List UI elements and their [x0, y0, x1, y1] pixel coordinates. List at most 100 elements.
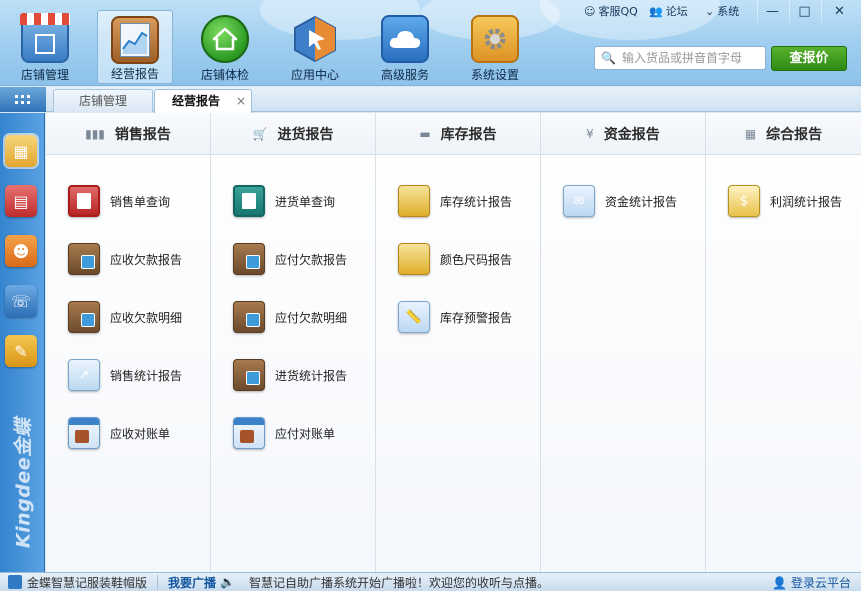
- calculator-icon: [233, 185, 265, 217]
- column-header: ▬ 库存报告: [376, 113, 540, 155]
- report-link-payable-report[interactable]: 应付欠款报告: [233, 241, 383, 277]
- line-chart-icon: ↗: [68, 359, 100, 391]
- module-label: 经营报告: [110, 67, 159, 81]
- module-store-management[interactable]: 店铺管理: [7, 10, 83, 84]
- forum-label: 论坛: [665, 5, 688, 18]
- module-label: 店铺管理: [20, 68, 69, 82]
- report-link-payable-statement[interactable]: 应付对账单: [233, 415, 383, 451]
- speaker-icon[interactable]: 🔈: [220, 575, 235, 589]
- report-label: 颜色尺码报告: [440, 252, 513, 267]
- tab-business-report[interactable]: 经营报告 ×: [154, 89, 252, 113]
- hexagon-arrow-icon: [291, 15, 339, 63]
- forum-link[interactable]: 👥 论坛: [649, 0, 688, 22]
- report-link-profit-statistics[interactable]: $ 利润统计报告: [728, 183, 861, 219]
- close-button[interactable]: ✕: [821, 0, 857, 22]
- profit-icon: $: [728, 185, 760, 217]
- report-link-receivable-detail[interactable]: 应收欠款明细: [68, 299, 218, 335]
- left-sidebar: ▦ ▤ ☻ ☏ ✎ Kingdee金蝶: [0, 113, 45, 572]
- service-qq-label: 客服QQ: [598, 5, 638, 18]
- module-system-settings[interactable]: 系统设置: [457, 10, 533, 84]
- report-panel: ▮▮▮ 销售报告 销售单查询 应收欠款报告 应收欠款明细 ↗ 销售统计报告 应收…: [46, 113, 861, 572]
- report-label: 应付对账单: [275, 426, 336, 441]
- report-chart-icon: [111, 16, 159, 64]
- sales-report-column: ▮▮▮ 销售报告 销售单查询 应收欠款报告 应收欠款明细 ↗ 销售统计报告 应收…: [46, 113, 211, 572]
- funds-report-column: ¥ 资金报告 ✉ 资金统计报告: [541, 113, 706, 572]
- broadcast-message: 智慧记自助广播系统开始广播啦！欢迎您的收听与点播。: [248, 575, 549, 590]
- wallet-icon: [68, 243, 100, 275]
- module-store-checkup[interactable]: 店铺体检: [187, 10, 263, 84]
- qq-penguin-icon: ☺: [584, 4, 596, 18]
- minimize-button[interactable]: —: [757, 0, 787, 22]
- report-label: 应付欠款明细: [275, 310, 348, 325]
- wallet-detail-icon: [233, 301, 265, 333]
- login-label: 登录云平台: [790, 576, 851, 590]
- module-advanced-service[interactable]: 高级服务: [367, 10, 443, 84]
- yen-icon: ¥: [586, 126, 594, 141]
- grid-icon: [15, 94, 30, 104]
- report-link-purchase-order-query[interactable]: 进货单查询: [233, 183, 383, 219]
- column-title: 资金报告: [603, 126, 660, 143]
- report-label: 应收欠款明细: [110, 310, 183, 325]
- module-label: 系统设置: [470, 68, 519, 82]
- module-business-report[interactable]: 经营报告: [97, 10, 173, 84]
- report-label: 资金统计报告: [605, 194, 678, 209]
- report-link-funds-statistics[interactable]: ✉ 资金统计报告: [563, 183, 713, 219]
- purchase-report-column: 🛒 进货报告 进货单查询 应付欠款报告 应付欠款明细 ✔ 进货统计报告 应付对账…: [211, 113, 376, 572]
- folder-icon: ▬: [419, 126, 431, 141]
- tab-close-icon[interactable]: ×: [236, 90, 246, 112]
- report-link-sales-order-query[interactable]: 销售单查询: [68, 183, 218, 219]
- tab-store-management[interactable]: 店铺管理: [53, 89, 153, 112]
- column-header: ▮▮▮ 销售报告: [46, 113, 210, 155]
- system-menu[interactable]: ⌄ 系统: [705, 0, 739, 22]
- broadcast-button[interactable]: 我要广播: [168, 574, 216, 591]
- report-link-payable-detail[interactable]: 应付欠款明细: [233, 299, 383, 335]
- report-label: 应收对账单: [110, 426, 171, 441]
- report-link-color-size[interactable]: 颜色尺码报告: [398, 241, 548, 277]
- system-label: 系统: [717, 5, 740, 18]
- search-input[interactable]: [621, 51, 762, 65]
- maximize-button[interactable]: □: [789, 0, 819, 22]
- inventory-report-column: ▬ 库存报告 库存统计报告 颜色尺码报告 📏 库存预警报告: [376, 113, 541, 572]
- report-link-purchase-statistics[interactable]: ✔ 进货统计报告: [233, 357, 383, 393]
- check-price-button[interactable]: 查报价: [771, 46, 847, 71]
- wallet-detail-icon: [68, 301, 100, 333]
- column-title: 进货报告: [277, 126, 334, 143]
- kingdee-logo: Kingdee金蝶: [2, 418, 42, 548]
- report-link-sales-statistics[interactable]: ↗ 销售统计报告: [68, 357, 218, 393]
- grid-menu-button[interactable]: [0, 87, 46, 112]
- vip-card-icon[interactable]: ☻: [5, 235, 37, 267]
- column-header: ¥ 资金报告: [541, 113, 705, 155]
- phone-icon[interactable]: ☏: [5, 285, 37, 317]
- report-label: 销售统计报告: [110, 368, 183, 383]
- grid-icon: ▦: [744, 126, 757, 141]
- comprehensive-report-column: ▦ 综合报告 $ 利润统计报告: [706, 113, 861, 572]
- users-icon: 👥: [649, 4, 663, 18]
- report-link-inventory-statistics[interactable]: 库存统计报告: [398, 183, 548, 219]
- report-link-inventory-warning[interactable]: 📏 库存预警报告: [398, 299, 548, 335]
- tab-label: 经营报告: [171, 94, 220, 108]
- report-label: 库存预警报告: [440, 310, 513, 325]
- status-bar: 金蝶智慧记服装鞋帽版 我要广播 🔈 智慧记自助广播系统开始广播啦！欢迎您的收听与…: [0, 572, 861, 591]
- report-link-receivable-statement[interactable]: 应收对账单: [68, 415, 218, 451]
- report-link-receivable-report[interactable]: 应收欠款报告: [68, 241, 218, 277]
- notebook-icon[interactable]: ✎: [5, 335, 37, 367]
- bar-chart-icon: ▮▮▮: [85, 126, 105, 141]
- column-title: 销售报告: [114, 126, 171, 143]
- report-label: 应付欠款报告: [275, 252, 348, 267]
- login-cloud-platform-link[interactable]: 👤 登录云平台: [772, 574, 851, 591]
- tab-label: 店铺管理: [78, 94, 127, 108]
- service-qq-link[interactable]: ☺ 客服QQ: [584, 0, 638, 22]
- storefront-icon: [20, 13, 70, 63]
- search-icon: 🔍: [601, 51, 616, 65]
- gear-folder-icon: [471, 15, 519, 63]
- boxes-icon: [398, 185, 430, 217]
- boxes-icon[interactable]: ▦: [3, 133, 39, 169]
- report-label: 进货单查询: [275, 194, 336, 209]
- column-title: 库存报告: [440, 126, 497, 143]
- calculator-icon[interactable]: ▤: [5, 185, 37, 217]
- module-label: 应用中心: [290, 68, 339, 82]
- module-app-center[interactable]: 应用中心: [277, 10, 353, 84]
- search-box: 🔍: [594, 46, 766, 70]
- cloud-icon: [381, 15, 429, 63]
- boxes-icon: [398, 243, 430, 275]
